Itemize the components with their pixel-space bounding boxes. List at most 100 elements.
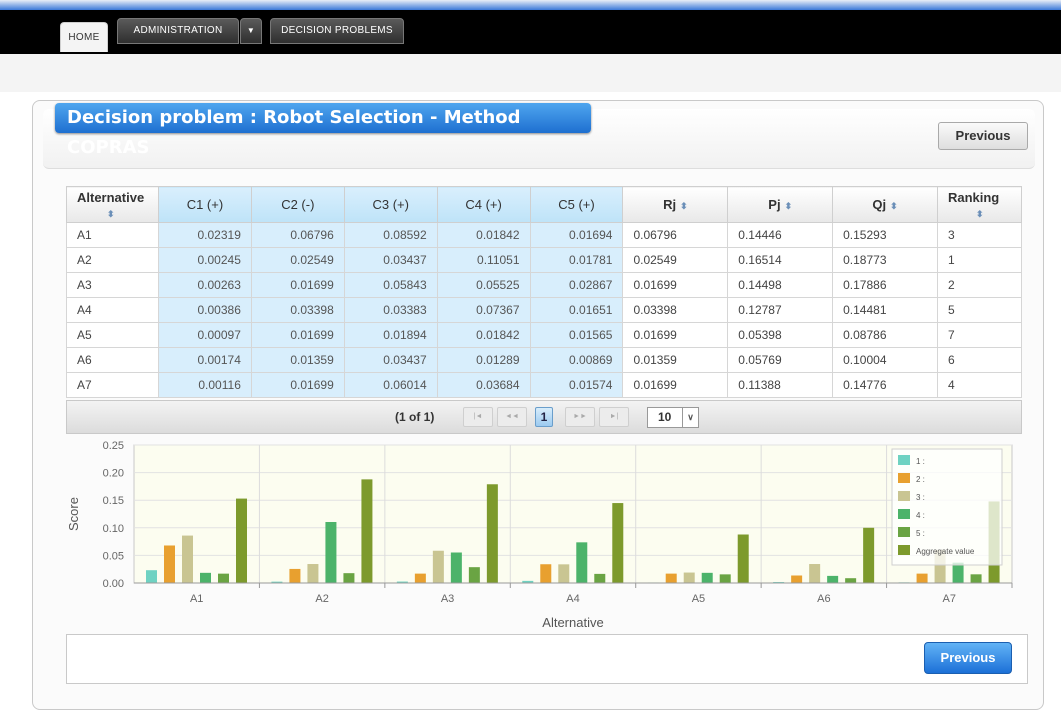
- table-cell: 0.06014: [343, 372, 438, 398]
- column-header-label: Rj: [663, 197, 677, 212]
- sort-icon[interactable]: ⬍: [680, 201, 688, 211]
- tab-decision-problems[interactable]: DECISION PROBLEMS: [270, 18, 404, 44]
- bar[interactable]: [665, 573, 677, 583]
- rows-per-page-select[interactable]: 10 ∨: [647, 407, 699, 428]
- y-axis-title: Score: [66, 497, 81, 531]
- first-page-button[interactable]: |◄: [463, 407, 493, 427]
- legend-label: Aggregate value: [916, 547, 975, 556]
- bar[interactable]: [540, 564, 552, 583]
- score-chart: 0.00 0.05 0.10 0.15 0.20 0.25 A1 A2 A3 A4 A5 A6 A7 Al…: [66, 440, 1013, 630]
- bar[interactable]: [791, 575, 803, 583]
- table-cell: 0.01699: [622, 322, 729, 348]
- bar[interactable]: [701, 572, 713, 583]
- x-tick-label: A3: [441, 593, 454, 605]
- column-header-label: Alternative: [77, 189, 145, 205]
- bar[interactable]: [737, 534, 749, 583]
- bar[interactable]: [236, 498, 247, 583]
- bar[interactable]: [432, 550, 444, 583]
- bar[interactable]: [146, 570, 157, 583]
- bar[interactable]: [809, 564, 821, 583]
- table-row[interactable]: A6 0.00174 0.01359 0.03437 0.01289 0.00869 0.0…: [66, 347, 1023, 373]
- bar[interactable]: [612, 503, 624, 583]
- bar[interactable]: [594, 573, 606, 583]
- column-header-pj[interactable]: Pj ⬍: [727, 186, 834, 223]
- table-cell: A2: [66, 247, 159, 273]
- table-row[interactable]: A1 0.02319 0.06796 0.08592 0.01842 0.01694 0.0…: [66, 222, 1023, 248]
- table-cell: 0.00245: [157, 247, 252, 273]
- legend-swatch: [898, 527, 910, 537]
- tab-home[interactable]: HOME: [60, 22, 108, 52]
- x-tick-label: A7: [943, 593, 956, 605]
- sort-icon[interactable]: ⬍: [785, 201, 793, 211]
- bar[interactable]: [916, 573, 928, 583]
- bar[interactable]: [576, 542, 588, 583]
- chevron-down-icon[interactable]: ∨: [682, 408, 698, 427]
- top-accent-stripe: [0, 0, 1061, 10]
- previous-button-top[interactable]: Previous: [938, 122, 1028, 150]
- table-cell: 0.02549: [622, 247, 729, 273]
- table-cell: 0.02867: [529, 272, 624, 298]
- tab-administration[interactable]: ADMINISTRATION: [117, 18, 239, 44]
- table-cell: 0.03684: [436, 372, 531, 398]
- table-cell: 0.12787: [727, 297, 834, 323]
- table-cell: A7: [66, 372, 159, 398]
- column-header-alternative[interactable]: Alternative ⬍: [66, 186, 159, 223]
- legend-label: 5 :: [916, 529, 925, 538]
- table-row[interactable]: A3 0.00263 0.01699 0.05843 0.05525 0.02867 0.0…: [66, 272, 1023, 298]
- x-tick-label: A2: [315, 593, 328, 605]
- bar[interactable]: [414, 573, 426, 583]
- bar[interactable]: [164, 545, 175, 583]
- legend-swatch: [898, 491, 910, 501]
- sub-navbar: [0, 54, 1061, 92]
- sort-icon[interactable]: ⬍: [976, 209, 984, 219]
- bar[interactable]: [558, 564, 570, 583]
- bar[interactable]: [200, 572, 211, 583]
- table-cell: 0.16514: [727, 247, 834, 273]
- table-row[interactable]: A5 0.00097 0.01699 0.01894 0.01842 0.01565 0.0…: [66, 322, 1023, 348]
- table-cell: 0.01359: [250, 347, 345, 373]
- legend-label: 1 :: [916, 457, 925, 466]
- last-page-button[interactable]: ►|: [599, 407, 629, 427]
- sort-icon[interactable]: ⬍: [890, 201, 898, 211]
- bar[interactable]: [468, 567, 480, 583]
- bar[interactable]: [827, 575, 839, 583]
- table-cell: 0.01699: [250, 322, 345, 348]
- table-header-row: Alternative ⬍ C1 (+) C2 (-) C3 (+) C4 (+)…: [66, 186, 1023, 223]
- column-header-qj[interactable]: Qj ⬍: [832, 186, 938, 223]
- sort-icon[interactable]: ⬍: [107, 209, 115, 219]
- bar[interactable]: [361, 479, 373, 583]
- table-row[interactable]: A7 0.00116 0.01699 0.06014 0.03684 0.01574 0.0…: [66, 372, 1023, 398]
- bar[interactable]: [450, 552, 462, 583]
- bar[interactable]: [719, 574, 731, 583]
- table-cell: 0.08592: [343, 222, 438, 248]
- legend-swatch: [898, 455, 910, 465]
- bar[interactable]: [325, 521, 337, 583]
- table-cell: 0.05769: [727, 347, 834, 373]
- table-paginator: (1 of 1) |◄ ◄◄ 1 ►► ►| 10 ∨: [66, 400, 1022, 434]
- bar[interactable]: [845, 578, 857, 583]
- bar[interactable]: [683, 572, 695, 583]
- bar[interactable]: [486, 484, 498, 583]
- table-body: A1 0.02319 0.06796 0.08592 0.01842 0.01694 0.0…: [66, 222, 1023, 398]
- bar[interactable]: [863, 527, 875, 583]
- column-header-ranking[interactable]: Ranking ⬍: [936, 186, 1023, 223]
- bar[interactable]: [218, 573, 229, 583]
- next-page-button[interactable]: ►►: [565, 407, 595, 427]
- bar[interactable]: [952, 562, 964, 583]
- legend-swatch: [898, 473, 910, 483]
- page-number-button[interactable]: 1: [535, 407, 553, 427]
- administration-dropdown-arrow-icon[interactable]: ▼: [240, 18, 262, 44]
- bar[interactable]: [182, 535, 193, 583]
- bar[interactable]: [343, 573, 355, 583]
- table-cell: 0.03398: [250, 297, 345, 323]
- bar[interactable]: [970, 574, 982, 583]
- bar[interactable]: [307, 564, 319, 583]
- previous-button-bottom[interactable]: Previous: [924, 642, 1012, 674]
- table-row[interactable]: A4 0.00386 0.03398 0.03383 0.07367 0.01651 0.0…: [66, 297, 1023, 323]
- bar[interactable]: [289, 568, 301, 583]
- legend-swatch: [898, 545, 910, 555]
- table-row[interactable]: A2 0.00245 0.02549 0.03437 0.11051 0.01781 0.0…: [66, 247, 1023, 273]
- plot-area: [133, 444, 1013, 584]
- column-header-rj[interactable]: Rj ⬍: [622, 186, 729, 223]
- previous-page-button[interactable]: ◄◄: [497, 407, 527, 427]
